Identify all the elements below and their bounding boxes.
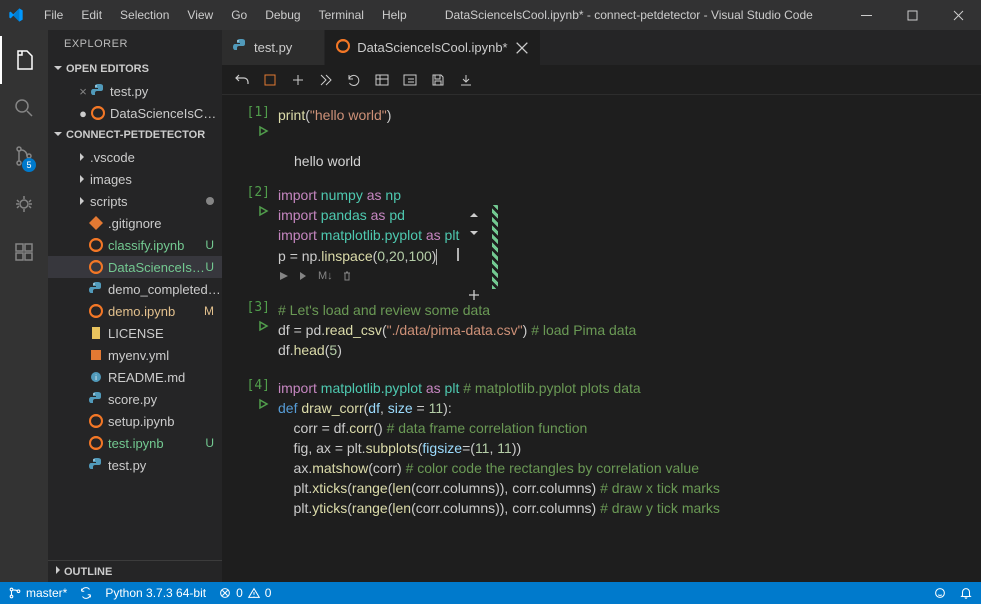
menu-debug[interactable]: Debug xyxy=(257,4,308,26)
sidebar-title: EXPLORER xyxy=(48,30,222,58)
menu-go[interactable]: Go xyxy=(223,4,255,26)
maximize-button[interactable] xyxy=(889,0,935,30)
menu-bar: FileEditSelectionViewGoDebugTerminalHelp xyxy=(36,4,415,26)
vscode-logo-icon xyxy=(8,7,24,23)
file-tree-item[interactable]: test.ipynbU xyxy=(48,432,222,454)
notebook-cell[interactable]: [1]print("hello world") xyxy=(222,103,981,143)
close-button[interactable] xyxy=(935,0,981,30)
cell-output: hello world xyxy=(238,153,981,169)
scm-badge: 5 xyxy=(22,158,36,172)
open-editors-header[interactable]: OPEN EDITORS xyxy=(48,58,222,80)
file-tree-item[interactable]: iREADME.md xyxy=(48,366,222,388)
toolbar-icon-1[interactable] xyxy=(374,72,390,88)
window-title: DataScienceIsCool.ipynb* - connect-petde… xyxy=(415,8,843,22)
editor-tab[interactable]: test.py xyxy=(222,30,325,65)
status-branch[interactable]: master* xyxy=(8,586,67,600)
notebook-editor[interactable]: [1]print("hello world") hello world [2]imp… xyxy=(222,95,981,582)
menu-file[interactable]: File xyxy=(36,4,71,26)
stop-icon[interactable] xyxy=(262,72,278,88)
notebook-cell[interactable]: [4]import matplotlib.pyplot as plt # mat… xyxy=(222,376,981,520)
status-feedback[interactable] xyxy=(933,586,947,600)
sidebar: EXPLORER OPEN EDITORS ×test.py●DataScien… xyxy=(48,30,222,582)
editor-tab[interactable]: DataScienceIsCool.ipynb* xyxy=(325,30,540,65)
add-cell-icon[interactable] xyxy=(290,72,306,88)
menu-view[interactable]: View xyxy=(179,4,221,26)
editor-tabs: test.pyDataScienceIsCool.ipynb* xyxy=(222,30,981,65)
run-all-icon[interactable] xyxy=(318,72,334,88)
cell-toolbar: M↓ xyxy=(278,270,965,282)
add-cell-below[interactable] xyxy=(466,287,482,306)
minimize-button[interactable] xyxy=(843,0,889,30)
file-tree-item[interactable]: demo.ipynbM xyxy=(48,300,222,322)
run-cell-button[interactable] xyxy=(256,397,270,414)
file-tree-item[interactable]: setup.ipynb xyxy=(48,410,222,432)
save-icon[interactable] xyxy=(430,72,446,88)
file-tree-item[interactable]: .vscode xyxy=(48,146,222,168)
notebook-toolbar xyxy=(222,65,981,95)
activity-bar: 5 xyxy=(0,30,48,582)
run-cell-button[interactable] xyxy=(256,124,270,141)
activity-search[interactable] xyxy=(0,84,48,132)
open-editor-item[interactable]: ×test.py xyxy=(48,80,222,102)
status-bell[interactable] xyxy=(959,586,973,600)
menu-terminal[interactable]: Terminal xyxy=(311,4,372,26)
file-tree-item[interactable]: myenv.yml xyxy=(48,344,222,366)
run-cell-button[interactable] xyxy=(256,204,270,221)
export-icon[interactable] xyxy=(458,72,474,88)
activity-debug[interactable] xyxy=(0,180,48,228)
toolbar-icon-2[interactable] xyxy=(402,72,418,88)
file-tree-item[interactable]: score.py xyxy=(48,388,222,410)
cell-focus-indicator xyxy=(492,205,498,289)
file-tree-item[interactable]: classify.ipynbU xyxy=(48,234,222,256)
file-tree-item[interactable]: LICENSE xyxy=(48,322,222,344)
run-cell-icon[interactable] xyxy=(278,270,290,282)
menu-help[interactable]: Help xyxy=(374,4,415,26)
activity-explorer[interactable] xyxy=(0,36,48,84)
activity-scm[interactable]: 5 xyxy=(0,132,48,180)
status-problems[interactable]: 0 0 xyxy=(218,586,271,600)
status-python[interactable]: Python 3.7.3 64-bit xyxy=(105,586,206,600)
file-tree-item[interactable]: images xyxy=(48,168,222,190)
file-tree-item[interactable]: DataScienceIsCo...U xyxy=(48,256,222,278)
close-tab-icon[interactable] xyxy=(514,40,530,56)
close-tab-icon[interactable] xyxy=(298,40,314,56)
restart-icon[interactable] xyxy=(346,72,362,88)
run-below-icon[interactable] xyxy=(298,270,310,282)
delete-cell-icon[interactable] xyxy=(341,270,353,282)
editor-area: test.pyDataScienceIsCool.ipynb* xyxy=(222,30,981,582)
undo-icon[interactable] xyxy=(234,72,250,88)
cell-fold-controls[interactable] xyxy=(466,207,482,241)
project-header[interactable]: CONNECT-PETDETECTOR xyxy=(48,124,222,146)
title-bar: FileEditSelectionViewGoDebugTerminalHelp… xyxy=(0,0,981,30)
file-tree-item[interactable]: scripts xyxy=(48,190,222,212)
status-sync[interactable] xyxy=(79,586,93,600)
open-editor-item[interactable]: ●DataScienceIsCoo... xyxy=(48,102,222,124)
run-cell-button[interactable] xyxy=(256,319,270,336)
notebook-cell[interactable]: [3]# Let's load and review some datadf =… xyxy=(222,298,981,362)
file-tree-item[interactable]: demo_completed.py xyxy=(48,278,222,300)
activity-extensions[interactable] xyxy=(0,228,48,276)
status-bar: master* Python 3.7.3 64-bit 0 0 xyxy=(0,582,981,604)
notebook-cell[interactable]: [2]import numpy as npimport pandas as pd… xyxy=(222,183,981,284)
outline-header[interactable]: OUTLINE xyxy=(48,560,222,582)
file-tree-item[interactable]: test.py xyxy=(48,454,222,476)
menu-edit[interactable]: Edit xyxy=(73,4,110,26)
file-tree-item[interactable]: .gitignore xyxy=(48,212,222,234)
menu-selection[interactable]: Selection xyxy=(112,4,177,26)
